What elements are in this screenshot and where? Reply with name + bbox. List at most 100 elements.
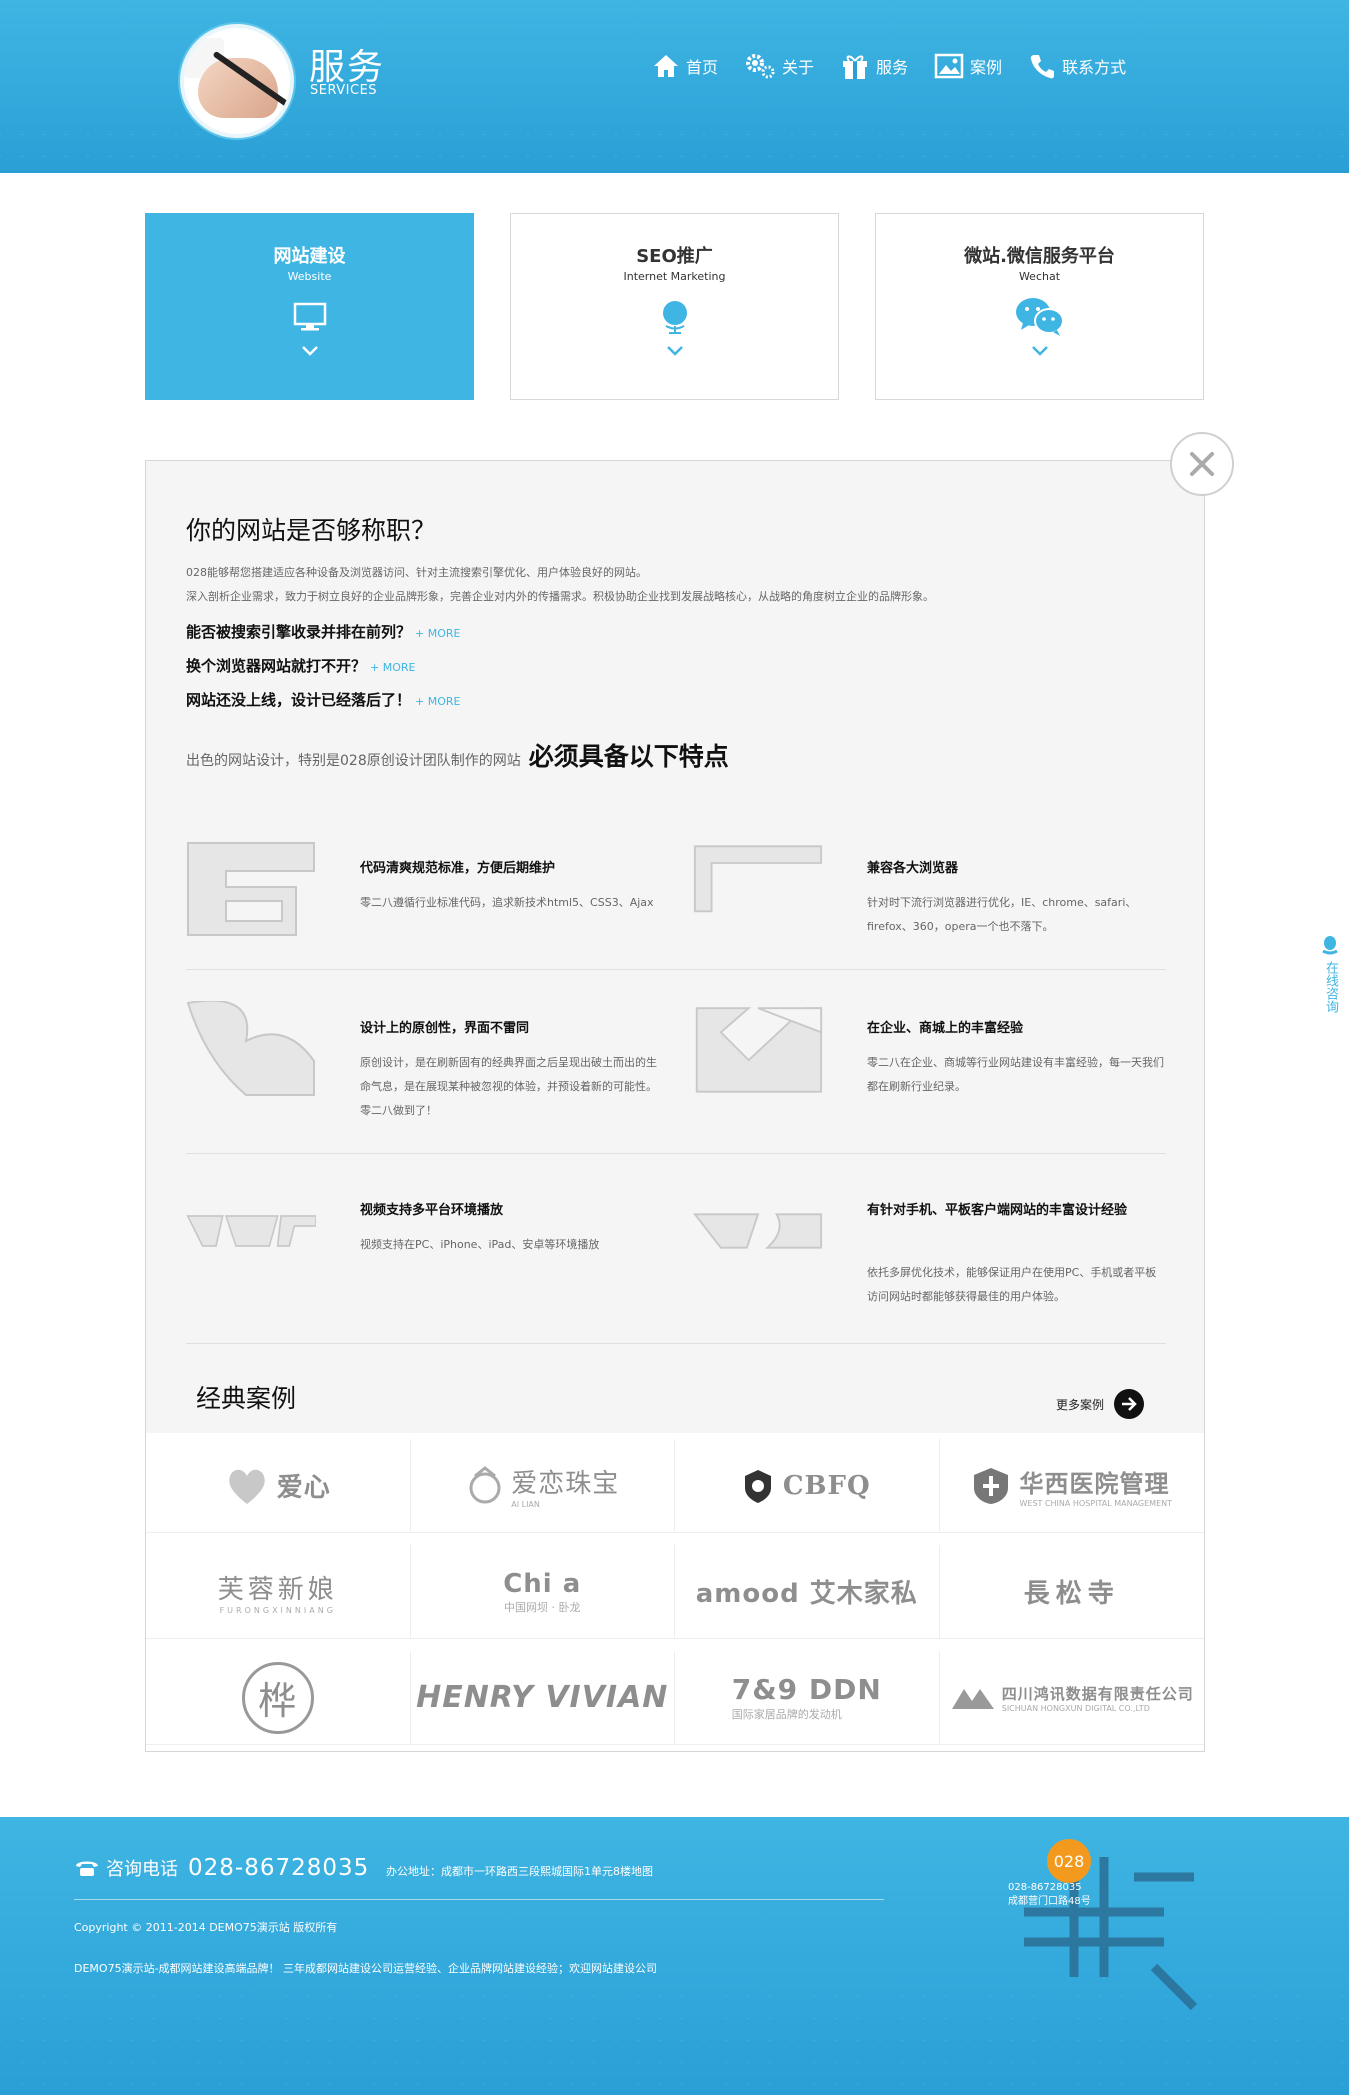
main-nav: 首页 关于 服务 案例 联系方式 <box>652 52 1152 80</box>
feature-desc: 针对时下流行浏览器进行优化，IE、chrome、safari、firefox、3… <box>867 896 1137 933</box>
video-illustration <box>186 1215 316 1247</box>
divider <box>186 969 1166 970</box>
nav-item-about[interactable]: 关于 <box>744 52 814 80</box>
nav-label: 关于 <box>782 58 815 77</box>
feature-desc: 视频支持在PC、iPhone、iPad、安卓等环境播放 <box>360 1238 600 1251</box>
heart-icon <box>229 1469 265 1504</box>
map-address: 成都营门口路48号 <box>1008 1896 1091 1907</box>
arrow-right-icon <box>1114 1389 1145 1419</box>
case-logo[interactable]: 長松寺 <box>939 1545 1204 1639</box>
nav-item-services[interactable]: 服务 <box>840 52 908 80</box>
phone-icon <box>1030 55 1055 79</box>
feature-title: 兼容各大浏览器 <box>867 861 959 876</box>
header: 服务 SERVICES 首页 关于 服务 案例 联系方式 <box>0 0 1349 173</box>
intro-line: 028能够帮您搭建适应各种设备及浏览器访问、针对主流搜索引擎优化、用户体验良好的… <box>186 566 647 579</box>
image-icon <box>934 53 964 79</box>
nav-label: 联系方式 <box>1062 58 1127 77</box>
shield-icon <box>744 1469 771 1503</box>
features-heading: 出色的网站设计，特别是028原创设计团队制作的网站 必须具备以下特点 <box>186 737 729 773</box>
location-map-graphic <box>1024 1857 1198 2011</box>
more-link[interactable]: + MORE <box>415 627 460 640</box>
feature-desc: 原创设计，是在刷新固有的经典界面之后呈现出破土而出的生命气息，是在展现某种被忽视… <box>360 1056 657 1117</box>
more-cases-link[interactable]: 更多案例 <box>1056 1389 1145 1419</box>
close-button[interactable] <box>1170 432 1234 496</box>
features-lead: 出色的网站设计，特别是028原创设计团队制作的网站 <box>186 753 521 769</box>
feature-item: 兼容各大浏览器 针对时下流行浏览器进行优化，IE、chrome、safari、f… <box>693 841 1163 951</box>
panel-title: 你的网站是否够称职？ <box>186 516 437 545</box>
question-text: 网站还没上线，设计已经落后了！ <box>186 691 412 709</box>
feature-title: 设计上的原创性，界面不雷同 <box>360 1021 530 1036</box>
case-logo-grid: 爱心 爱恋珠宝 AI LIAN CBFQ 华西医院管理 WEST CHINA HOS… <box>146 1433 1204 1751</box>
divider <box>186 1153 1166 1154</box>
gift-icon <box>843 55 868 79</box>
service-card-wechat[interactable]: 微站.微信服务平台 Wechat <box>875 213 1204 400</box>
case-logo[interactable]: 芙蓉新娘 FURONGXINNIANG <box>146 1545 411 1639</box>
intro-line: 深入剖析企业需求，致力于树立良好的企业品牌形象，完善企业对内外的传播需求。积极协… <box>186 590 934 603</box>
features-strong: 必须具备以下特点 <box>528 742 729 771</box>
case-logo[interactable]: amood 艾木家私 <box>675 1545 940 1639</box>
case-logo[interactable]: Chi a 中国网坝 · 卧龙 <box>410 1545 675 1639</box>
card-title: 微站.微信服务平台 <box>964 246 1115 267</box>
chevron-down-icon <box>666 346 683 356</box>
online-consult-label: 在线咨询 <box>1323 961 1338 1013</box>
nav-label: 案例 <box>970 58 1003 77</box>
feature-title: 有针对手机、平板客户端网站的丰富设计经验 <box>867 1203 1128 1218</box>
case-logo[interactable]: 爱恋珠宝 AI LIAN <box>410 1439 675 1533</box>
question-item: 网站还没上线，设计已经落后了！ + MORE <box>186 689 460 710</box>
globe-icon <box>662 301 687 334</box>
service-card-website[interactable]: 网站建设 Website <box>145 213 474 400</box>
ring-icon <box>469 1465 501 1503</box>
nav-label: 服务 <box>876 58 909 77</box>
card-subtitle: Internet Marketing <box>623 270 726 283</box>
phone-label: 咨询电话 <box>106 1859 178 1880</box>
case-logo[interactable]: 7&9 DDN 国际家居品牌的发动机 <box>675 1651 940 1745</box>
nav-item-home[interactable]: 首页 <box>652 52 718 80</box>
case-logo[interactable]: HENRY VIVIAN <box>410 1651 675 1745</box>
service-card-seo[interactable]: SEO推广 Internet Marketing <box>510 213 839 400</box>
footer-address: 办公地址：成都市一环路西三段熙城国际1单元8楼地图 <box>386 1865 653 1878</box>
question-item: 能否被搜索引擎收录并排在前列？ + MORE <box>186 621 460 642</box>
hongxun-icon <box>951 1688 994 1709</box>
chevron-down-icon <box>1031 346 1048 356</box>
feature-title: 视频支持多平台环境播放 <box>360 1203 504 1218</box>
case-logo[interactable]: CBFQ <box>675 1439 940 1533</box>
feature-item: 设计上的原创性，界面不雷同 原创设计，是在刷新固有的经典界面之后呈现出破土而出的… <box>186 1001 657 1131</box>
service-detail-panel: 你的网站是否够称职？ 028能够帮您搭建适应各种设备及浏览器访问、针对主流搜索引… <box>145 460 1205 1752</box>
question-text: 换个浏览器网站就打不开？ <box>186 657 367 675</box>
feature-desc: 依托多屏优化技术，能够保证用户在使用PC、手机或者平板访问网站时都能够获得最佳的… <box>867 1266 1157 1303</box>
close-icon <box>1190 452 1214 476</box>
nav-label: 首页 <box>686 58 719 77</box>
page-subtitle: SERVICES <box>310 83 378 98</box>
chevron-down-icon <box>301 346 318 356</box>
more-link[interactable]: + MORE <box>370 661 415 674</box>
mobile-illustration <box>693 1213 823 1249</box>
cases-title: 经典案例 <box>196 1384 297 1413</box>
map-phone: 028-86728035 <box>1008 1882 1082 1893</box>
feature-desc: 零二八在企业、商城等行业网站建设有丰富经验，每一天我们都在刷新行业纪录。 <box>867 1056 1164 1093</box>
online-consult-tab[interactable]: 在线咨询 <box>1320 935 1340 1013</box>
feature-title: 代码清爽规范标准，方便后期维护 <box>360 861 556 876</box>
case-logo[interactable]: 四川鸿讯数据有限责任公司 SICHUAN HONGXUN DIGITAL CO.,… <box>939 1651 1204 1745</box>
telephone-icon <box>76 1861 98 1876</box>
more-cases-label: 更多案例 <box>1056 1397 1105 1412</box>
hospital-shield-icon <box>974 1467 1009 1504</box>
experience-illustration <box>695 1007 823 1093</box>
question-item: 换个浏览器网站就打不开？ + MORE <box>186 655 415 676</box>
feature-item: 视频支持多平台环境播放 视频支持在PC、iPhone、iPad、安卓等环境播放 <box>186 1183 656 1293</box>
case-logo[interactable]: 桦 <box>146 1651 411 1745</box>
footer-phone: 咨询电话 028-86728035 <box>74 1855 369 1881</box>
feature-item: 代码清爽规范标准，方便后期维护 零二八遵循行业标准代码，追求新技术html5、C… <box>186 841 656 951</box>
more-link[interactable]: + MORE <box>415 695 460 708</box>
header-logo-image <box>180 24 294 138</box>
nav-item-contact[interactable]: 联系方式 <box>1028 52 1126 80</box>
monitor-icon <box>293 302 326 331</box>
nav-item-cases[interactable]: 案例 <box>934 52 1002 80</box>
original-design-illustration <box>186 1001 315 1096</box>
code-standard-illustration <box>187 842 315 936</box>
feature-item: 有针对手机、平板客户端网站的丰富设计经验 依托多屏优化技术，能够保证用户在使用P… <box>693 1183 1163 1323</box>
feature-desc: 零二八遵循行业标准代码，追求新技术html5、CSS3、Ajax <box>360 896 654 909</box>
case-logo[interactable]: 爱心 <box>146 1439 411 1533</box>
question-text: 能否被搜索引擎收录并排在前列？ <box>186 623 412 641</box>
card-title: SEO推广 <box>636 246 713 267</box>
case-logo[interactable]: 华西医院管理 WEST CHINA HOSPITAL MANAGEMENT <box>939 1439 1204 1533</box>
